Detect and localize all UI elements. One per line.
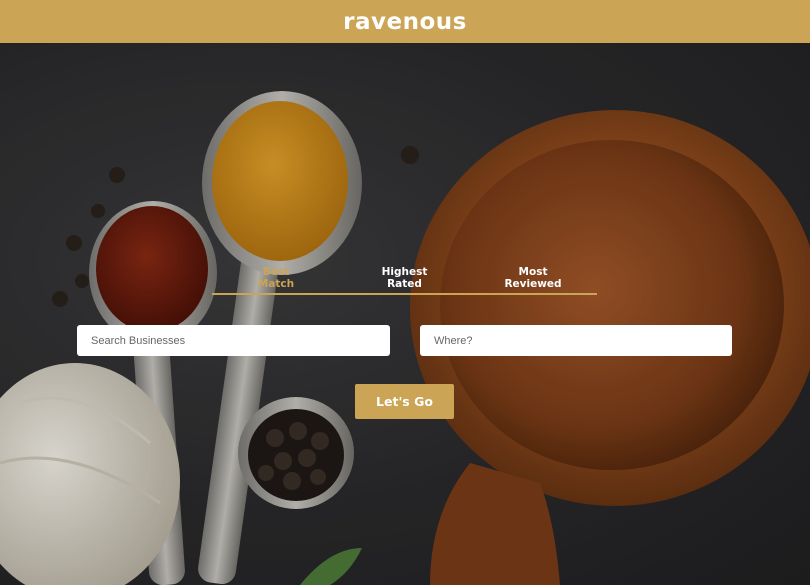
sort-option-label-line2: Match bbox=[257, 278, 295, 290]
sort-option-label-line1: Best bbox=[262, 266, 290, 278]
search-fields bbox=[77, 325, 732, 356]
sort-option-label-line2: Reviewed bbox=[504, 278, 562, 290]
sort-option-label-line1: Most bbox=[518, 266, 548, 278]
hero-overlay bbox=[0, 43, 810, 585]
sort-option-best-match[interactable]: Best Match bbox=[212, 265, 340, 293]
hero-background-image bbox=[0, 43, 810, 585]
app-logo: ravenous bbox=[343, 8, 467, 35]
business-search-input[interactable] bbox=[77, 325, 390, 356]
sort-option-most-reviewed[interactable]: Most Reviewed bbox=[469, 265, 597, 293]
sort-option-highest-rated[interactable]: Highest Rated bbox=[341, 265, 469, 293]
app-header: ravenous bbox=[0, 0, 810, 43]
location-input[interactable] bbox=[420, 325, 732, 356]
lets-go-button[interactable]: Let's Go bbox=[355, 384, 454, 419]
sort-option-label-line1: Highest bbox=[381, 266, 428, 278]
sort-options-bar: Best Match Highest Rated Most Reviewed bbox=[212, 265, 597, 295]
sort-option-label-line2: Rated bbox=[387, 278, 422, 290]
